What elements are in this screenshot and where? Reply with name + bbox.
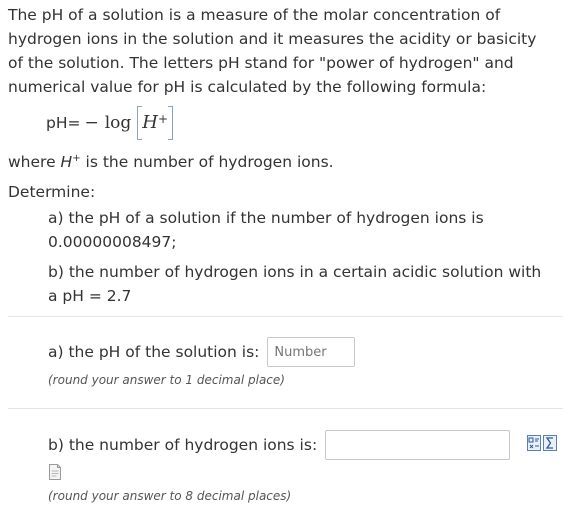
determine-heading: Determine:	[8, 183, 96, 202]
math-editor-icon[interactable]	[527, 435, 541, 451]
part-b: b) the number of hydrogen ions in a cert…	[48, 260, 567, 308]
document-icon[interactable]	[48, 464, 62, 480]
part-b-line-1: b) the number of hydrogen ions in a cert…	[48, 263, 542, 282]
question-panel: The pH of a solution is a measure of the…	[0, 0, 575, 508]
answer-a-input[interactable]	[267, 337, 356, 367]
formula-lhs: pH=	[46, 114, 81, 132]
divider	[8, 408, 563, 409]
divider	[8, 316, 563, 317]
intro-line-4: numerical value for pH is calculated by …	[8, 78, 487, 96]
formula-charge: +	[158, 112, 169, 126]
formula-minus: −	[84, 113, 99, 133]
where-symbol: H	[60, 153, 73, 172]
answer-a-label: a) the pH of the solution is:	[48, 343, 260, 361]
formula-editor-icon[interactable]	[543, 435, 557, 451]
intro-text: The pH of a solution is a measure of the…	[8, 3, 567, 99]
part-a: a) the pH of a solution if the number of…	[48, 206, 567, 254]
formula-log: log	[104, 113, 132, 133]
answer-a-row: a) the pH of the solution is:	[48, 337, 356, 367]
answer-b-row: b) the number of hydrogen ions is:	[48, 430, 511, 460]
where-text: where H+ is the number of hydrogen ions.	[8, 147, 567, 174]
where-suffix: is the number of hydrogen ions.	[80, 153, 334, 172]
answer-b-hint: (round your answer to 8 decimal places)	[48, 489, 292, 503]
ph-formula: pH= − log H +	[46, 105, 567, 141]
formula-ion: H	[142, 112, 158, 133]
part-a-line-2: 0.00000008497;	[48, 233, 177, 252]
formula-bracket: H +	[137, 106, 174, 140]
question-parts: a) the pH of a solution if the number of…	[48, 206, 567, 308]
intro-line-3: of the solution. The letters pH stand fo…	[8, 54, 514, 72]
answer-b-input[interactable]	[325, 430, 511, 460]
intro-line-1: The pH of a solution is a measure of the…	[8, 6, 501, 24]
where-charge: +	[72, 153, 81, 164]
answer-b-label: b) the number of hydrogen ions is:	[48, 436, 318, 454]
part-a-line-1: a) the pH of a solution if the number of…	[48, 209, 484, 228]
answer-a-hint: (round your answer to 1 decimal place)	[48, 373, 285, 387]
intro-line-2: hydrogen ions in the solution and it mea…	[8, 30, 537, 48]
where-prefix: where	[8, 153, 61, 172]
part-b-line-2: a pH = 2.7	[48, 287, 132, 306]
